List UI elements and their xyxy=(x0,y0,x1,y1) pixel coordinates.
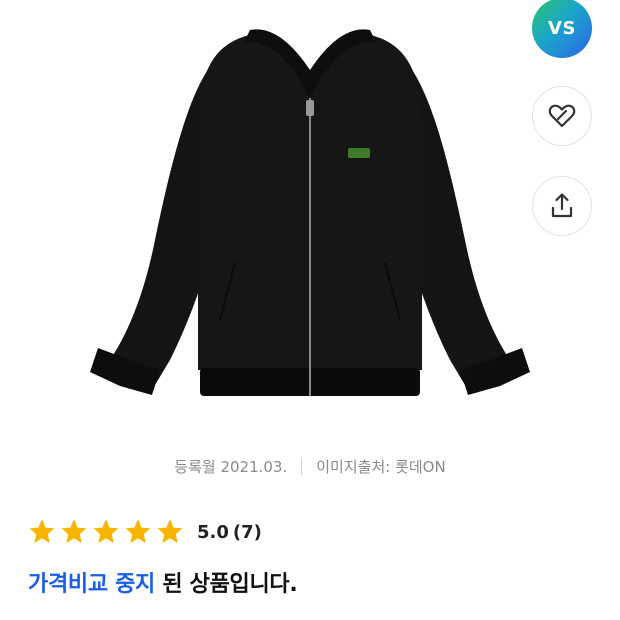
jacket-illustration xyxy=(90,29,530,396)
share-icon xyxy=(551,193,573,218)
star-rating xyxy=(27,517,185,547)
compare-vs-button[interactable]: VS xyxy=(532,0,592,58)
like-button[interactable] xyxy=(532,86,592,146)
status-message: 가격비교 중지 된 상품입니다. xyxy=(28,566,298,598)
rating[interactable]: 5.0 (7) xyxy=(27,517,262,547)
registered-month: 등록월 2021.03. xyxy=(174,458,288,476)
star-icon xyxy=(61,519,87,543)
product-meta: 등록월 2021.03. 이미지출처: 롯데ON xyxy=(0,456,620,477)
product-image[interactable] xyxy=(60,0,560,440)
vs-label: VS xyxy=(548,17,576,39)
star-icon xyxy=(29,519,55,543)
star-icon xyxy=(157,519,183,543)
rating-score: 5.0 xyxy=(197,521,229,543)
logo-badge xyxy=(348,148,370,158)
review-count[interactable]: (7) xyxy=(233,522,262,543)
meta-divider xyxy=(301,458,303,475)
image-source: 이미지출처: 롯데ON xyxy=(316,458,446,476)
status-highlight: 가격비교 중지 xyxy=(28,572,155,597)
star-icon xyxy=(93,519,119,543)
share-button[interactable] xyxy=(532,176,592,236)
star-icon xyxy=(125,519,151,543)
heart-link-icon xyxy=(548,104,576,128)
status-rest: 된 상품입니다. xyxy=(155,572,298,597)
